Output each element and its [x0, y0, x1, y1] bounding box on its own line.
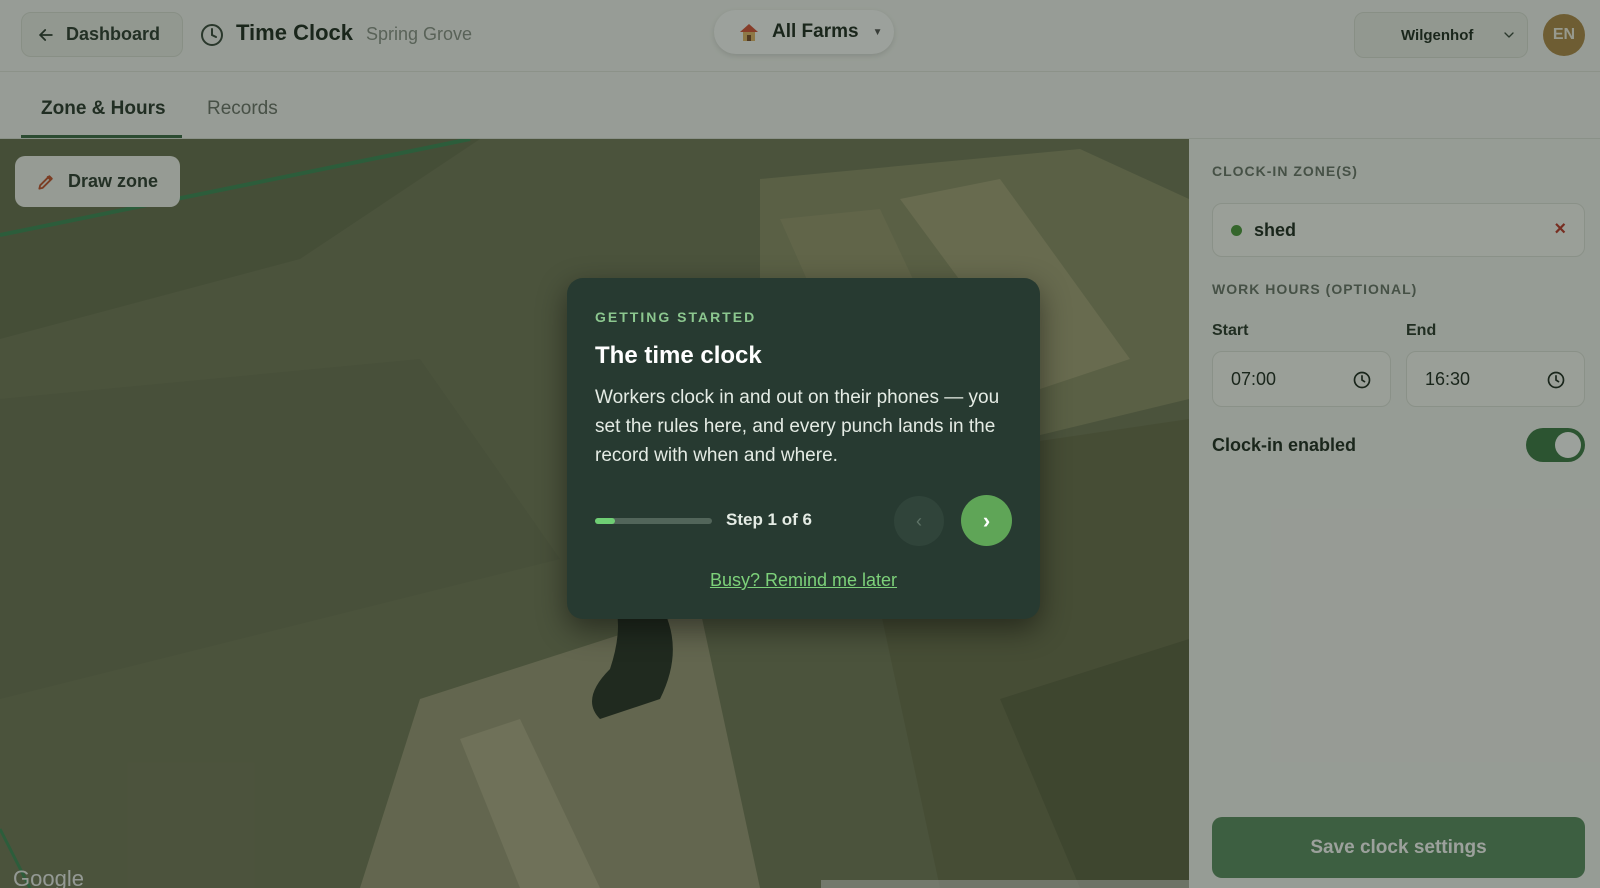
dialog-title: The time clock [595, 342, 762, 369]
step-progress-fill [595, 518, 615, 524]
dialog-eyebrow: GETTING STARTED [595, 309, 757, 325]
step-counter: Step 1 of 6 [726, 510, 812, 529]
dialog-body: Workers clock in and out on their phones… [595, 387, 1000, 466]
next-step-button[interactable]: › [961, 495, 1012, 546]
previous-step-button[interactable]: ‹ [894, 496, 944, 546]
step-progress-bar [595, 518, 712, 524]
remind-me-later-link[interactable]: Busy? Remind me later [567, 570, 1040, 591]
getting-started-dialog: GETTING STARTED The time clock Workers c… [567, 278, 1040, 619]
